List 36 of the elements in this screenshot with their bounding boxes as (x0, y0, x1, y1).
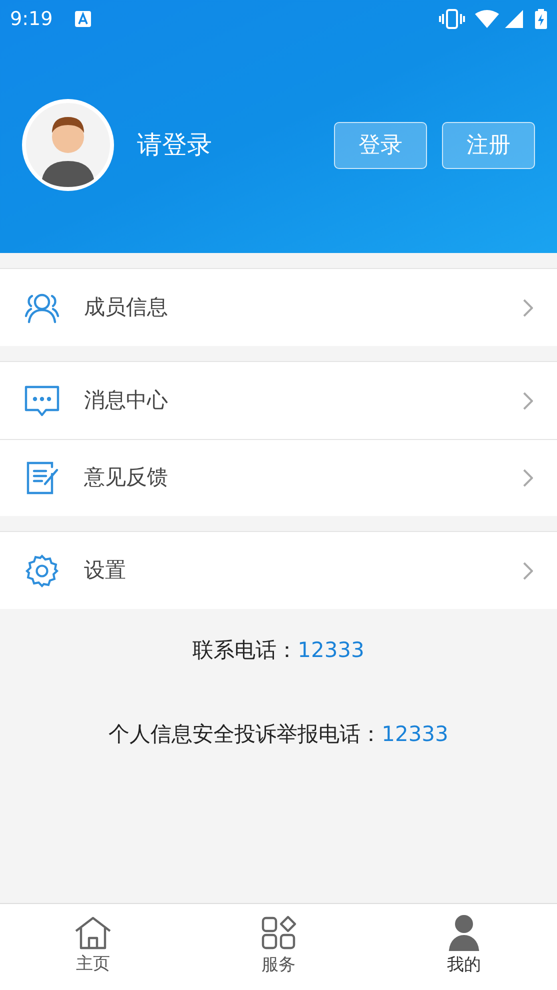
nav-tab[interactable]: 我的 (371, 904, 557, 990)
login-prompt: 请登录 (137, 129, 212, 162)
nav-tab[interactable]: 服务 (186, 904, 372, 990)
chevron-right-icon (523, 469, 533, 487)
chevron-right-icon (523, 298, 533, 316)
edit-note-icon (24, 460, 60, 496)
menu-item[interactable]: 成员信息 (0, 269, 557, 346)
status-time: 9:19 (10, 6, 53, 32)
contact-line: 个人信息安全投诉举报电话：12333 (108, 720, 448, 748)
menu-label: 成员信息 (84, 294, 168, 321)
nav-label: 我的 (447, 954, 482, 978)
menu-label: 消息中心 (84, 386, 168, 414)
home-icon (74, 916, 112, 950)
notification-icon (74, 11, 91, 27)
signal-icon (505, 10, 523, 28)
chevron-right-icon (523, 562, 533, 580)
nav-tab[interactable]: 主页 (0, 904, 186, 990)
phone-link[interactable]: 12333 (382, 722, 448, 746)
people-icon (23, 292, 61, 324)
menu-item[interactable]: 消息中心 (0, 362, 557, 439)
nav-label: 主页 (76, 953, 110, 976)
vibrate-icon (439, 9, 465, 29)
battery-icon (535, 9, 547, 29)
chat-bubble-icon (23, 384, 61, 418)
wifi-icon (475, 10, 499, 28)
menu-item[interactable]: 设置 (0, 532, 557, 609)
settings-icon (24, 552, 60, 588)
menu-label: 设置 (84, 556, 126, 584)
person-icon (447, 915, 482, 952)
menu-label: 意见反馈 (84, 464, 168, 492)
contact-line: 联系电话：12333 (192, 637, 364, 664)
chevron-right-icon (523, 392, 533, 410)
phone-link[interactable]: 12333 (298, 638, 364, 662)
grid-icon (260, 915, 296, 952)
nav-label: 服务 (262, 954, 296, 978)
menu-item[interactable]: 意见反馈 (0, 439, 557, 516)
